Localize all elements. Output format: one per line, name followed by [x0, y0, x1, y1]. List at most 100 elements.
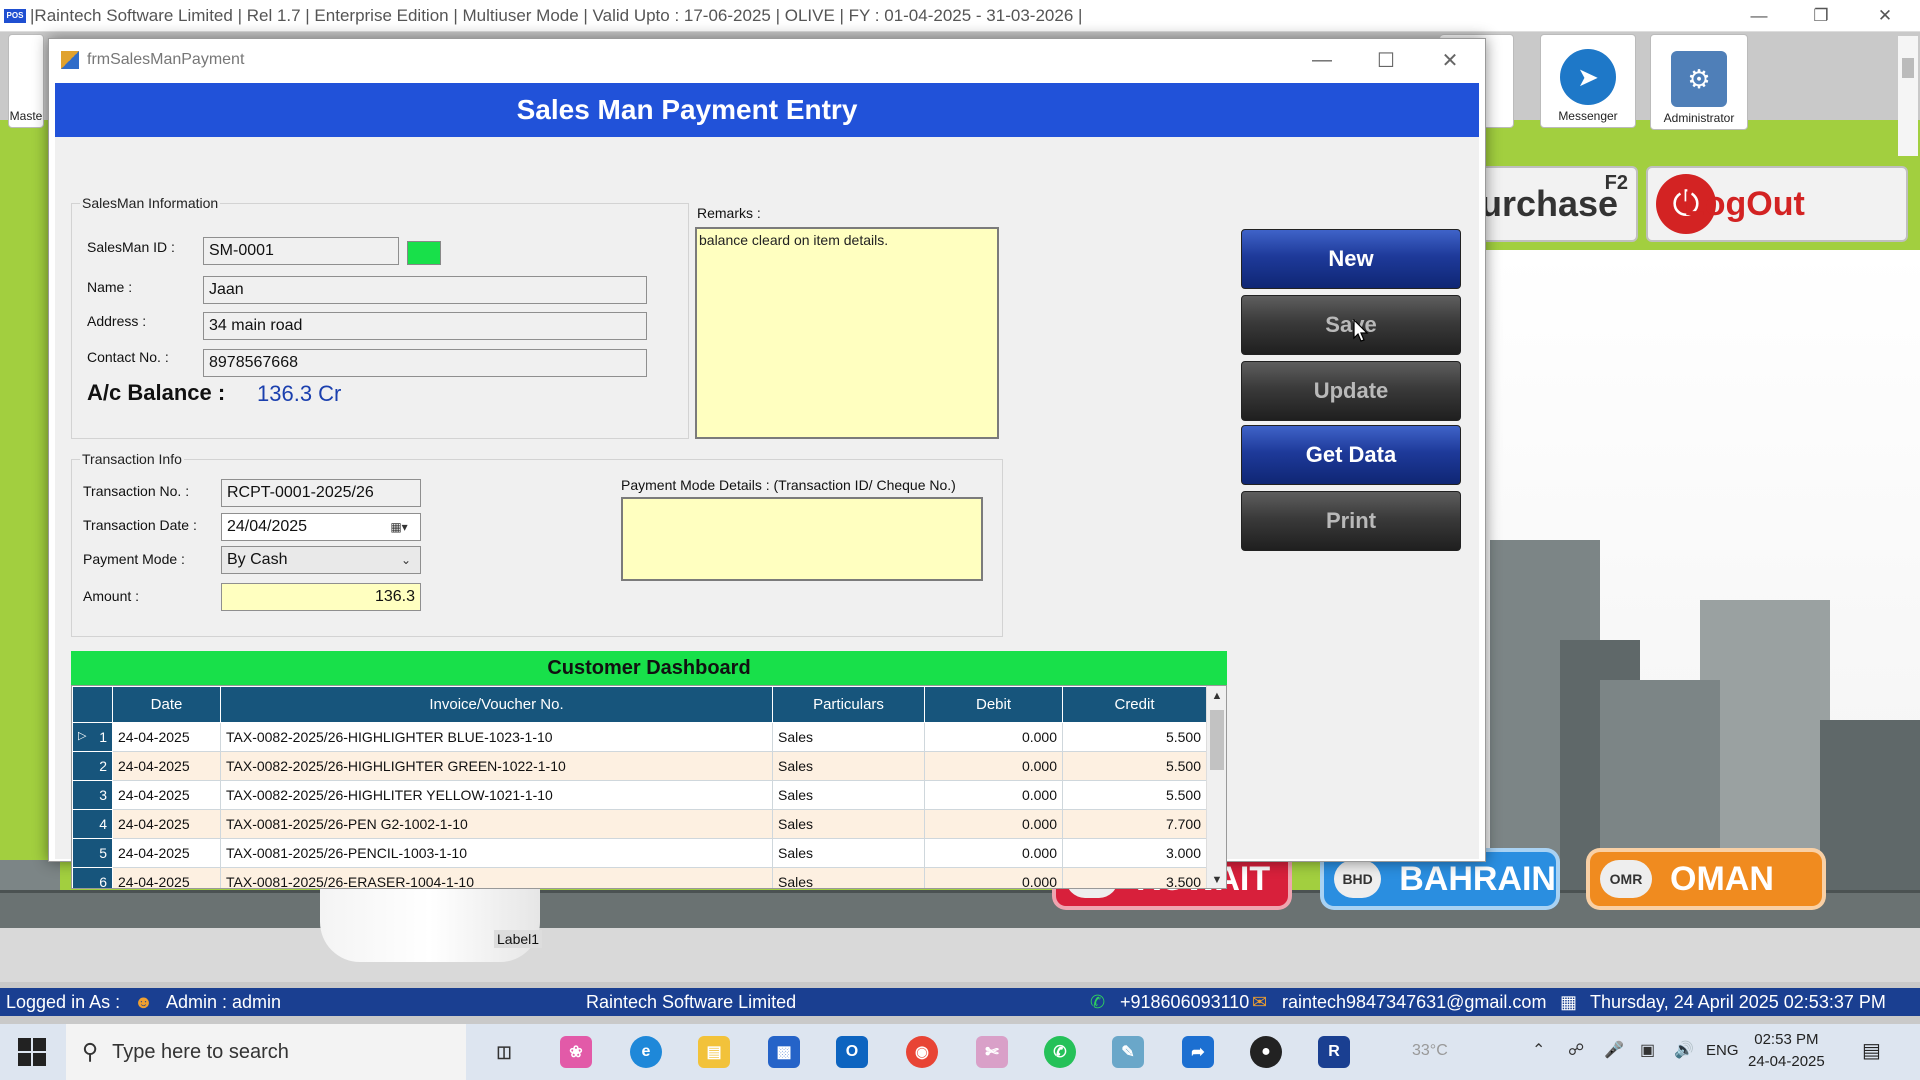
app-scrollbar[interactable]: [1898, 36, 1918, 156]
table-row[interactable]: 4 24-04-2025 TAX-0081-2025/26-PEN G2-100…: [72, 809, 1207, 839]
logout-button[interactable]: ⏻ LogOut: [1646, 166, 1908, 242]
table-row[interactable]: 5 24-04-2025 TAX-0081-2025/26-PENCIL-100…: [72, 838, 1207, 868]
cell-credit[interactable]: 3.000: [1062, 838, 1207, 868]
salesman-id-field[interactable]: SM-0001: [203, 237, 399, 265]
table-row[interactable]: ▷ 1 24-04-2025 TAX-0082-2025/26-HIGHLIGHT…: [72, 722, 1207, 752]
masters-tile[interactable]: Maste: [8, 34, 44, 128]
network-icon[interactable]: ☍: [1568, 1040, 1584, 1060]
new-button[interactable]: New: [1241, 229, 1461, 289]
cell-invoice[interactable]: TAX-0081-2025/26-PEN G2-1002-1-10: [220, 809, 773, 839]
row-header[interactable]: 3: [72, 780, 113, 810]
cell-particulars[interactable]: Sales: [772, 722, 925, 752]
column-header-credit[interactable]: Credit: [1062, 686, 1207, 723]
cell-debit[interactable]: 0.000: [924, 809, 1063, 839]
edge-browser-icon[interactable]: e: [630, 1036, 662, 1068]
remarks-textarea[interactable]: balance cleard on item details.: [695, 227, 999, 439]
remote-app-icon[interactable]: ➦: [1182, 1036, 1214, 1068]
whatsapp-app-icon[interactable]: ✆: [1044, 1036, 1076, 1068]
outlook-icon[interactable]: O: [836, 1036, 868, 1068]
snipping-tool-icon[interactable]: ✄: [976, 1036, 1008, 1068]
cell-credit[interactable]: 5.500: [1062, 780, 1207, 810]
display-icon[interactable]: ▣: [1640, 1040, 1655, 1060]
row-header[interactable]: 4: [72, 809, 113, 839]
dialog-maximize-button[interactable]: ☐: [1363, 39, 1409, 81]
cell-credit[interactable]: 5.500: [1062, 751, 1207, 781]
address-field[interactable]: 34 main road: [203, 312, 647, 340]
save-button[interactable]: Save: [1241, 295, 1461, 355]
cell-credit[interactable]: 7.700: [1062, 809, 1207, 839]
purchase-button[interactable]: urchase F2: [1474, 166, 1638, 242]
column-header-invoice[interactable]: Invoice/Voucher No.: [220, 686, 773, 723]
cell-particulars[interactable]: Sales: [772, 751, 925, 781]
weather-temperature[interactable]: 33°C: [1412, 1042, 1448, 1060]
cell-date[interactable]: 24-04-2025: [112, 867, 221, 888]
payment-mode-details-field[interactable]: [621, 497, 983, 581]
cell-date[interactable]: 24-04-2025: [112, 838, 221, 868]
cell-invoice[interactable]: TAX-0082-2025/26-HIGHLITER YELLOW-1021-1…: [220, 780, 773, 810]
notifications-icon[interactable]: ▤: [1862, 1038, 1881, 1063]
cell-debit[interactable]: 0.000: [924, 751, 1063, 781]
raintech-app-icon[interactable]: R: [1318, 1036, 1350, 1068]
grid-scrollbar-thumb[interactable]: [1210, 710, 1224, 770]
taskbar-search-box[interactable]: ⚲ Type here to search: [66, 1024, 466, 1080]
cell-invoice[interactable]: TAX-0081-2025/26-ERASER-1004-1-10: [220, 867, 773, 888]
row-header[interactable]: ▷ 1: [72, 722, 113, 752]
windows-start-button[interactable]: [18, 1038, 46, 1066]
name-field[interactable]: Jaan: [203, 276, 647, 304]
cell-particulars[interactable]: Sales: [772, 809, 925, 839]
contact-field[interactable]: 8978567668: [203, 349, 647, 377]
task-view-icon[interactable]: ◫: [488, 1036, 520, 1068]
tray-chevron-up-icon[interactable]: ⌃: [1532, 1040, 1545, 1060]
scroll-down-icon[interactable]: ▼: [1207, 870, 1226, 888]
chevron-down-icon[interactable]: ⌄: [395, 547, 417, 573]
cell-date[interactable]: 24-04-2025: [112, 751, 221, 781]
currency-oman-button[interactable]: OMR OMAN: [1586, 848, 1826, 910]
row-header[interactable]: 2: [72, 751, 113, 781]
cell-debit[interactable]: 0.000: [924, 780, 1063, 810]
cell-debit[interactable]: 0.000: [924, 838, 1063, 868]
cell-debit[interactable]: 0.000: [924, 867, 1063, 888]
cell-credit[interactable]: 3.500: [1062, 867, 1207, 888]
column-header-debit[interactable]: Debit: [924, 686, 1063, 723]
update-button[interactable]: Update: [1241, 361, 1461, 421]
dialog-close-button[interactable]: ✕: [1427, 39, 1473, 81]
cell-invoice[interactable]: TAX-0082-2025/26-HIGHLIGHTER GREEN-1022-…: [220, 751, 773, 781]
cell-particulars[interactable]: Sales: [772, 838, 925, 868]
cell-date[interactable]: 24-04-2025: [112, 780, 221, 810]
column-header-date[interactable]: Date: [112, 686, 221, 723]
row-header[interactable]: 6: [72, 867, 113, 888]
notepad-icon[interactable]: ✎: [1112, 1036, 1144, 1068]
scroll-up-icon[interactable]: ▲: [1207, 686, 1226, 706]
cell-debit[interactable]: 0.000: [924, 722, 1063, 752]
app-close-button[interactable]: ✕: [1862, 0, 1908, 32]
app-scrollbar-thumb[interactable]: [1902, 58, 1914, 78]
microphone-icon[interactable]: 🎤: [1604, 1040, 1624, 1060]
cell-particulars[interactable]: Sales: [772, 867, 925, 888]
print-button[interactable]: Print: [1241, 491, 1461, 551]
calendar-dropdown-icon[interactable]: ▦▾: [381, 514, 417, 540]
administrator-tile[interactable]: ⚙ Administrator: [1650, 34, 1748, 130]
dialog-minimize-button[interactable]: —: [1299, 39, 1345, 81]
amount-field[interactable]: 136.3: [221, 583, 421, 611]
cell-date[interactable]: 24-04-2025: [112, 722, 221, 752]
store-icon[interactable]: ▩: [768, 1036, 800, 1068]
cell-invoice[interactable]: TAX-0082-2025/26-HIGHLIGHTER BLUE-1023-1…: [220, 722, 773, 752]
record-app-icon[interactable]: ●: [1250, 1036, 1282, 1068]
transaction-no-field[interactable]: RCPT-0001-2025/26: [221, 479, 421, 507]
taskbar-clock[interactable]: 02:53 PM 24-04-2025: [1748, 1029, 1825, 1073]
get-data-button[interactable]: Get Data: [1241, 425, 1461, 485]
chrome-browser-icon[interactable]: ◉: [906, 1036, 938, 1068]
cell-particulars[interactable]: Sales: [772, 780, 925, 810]
payment-mode-select[interactable]: By Cash: [221, 546, 421, 574]
app-restore-button[interactable]: ❐: [1798, 0, 1844, 32]
copilot-icon[interactable]: ❀: [560, 1036, 592, 1068]
table-row[interactable]: 2 24-04-2025 TAX-0082-2025/26-HIGHLIGHTE…: [72, 751, 1207, 781]
messenger-tile[interactable]: ➤ Messenger: [1540, 34, 1636, 128]
grid-vertical-scrollbar[interactable]: ▲ ▼: [1206, 686, 1226, 888]
cell-date[interactable]: 24-04-2025: [112, 809, 221, 839]
row-header[interactable]: 5: [72, 838, 113, 868]
language-indicator[interactable]: ENG: [1706, 1042, 1739, 1059]
app-minimize-button[interactable]: —: [1736, 0, 1782, 32]
volume-icon[interactable]: 🔊: [1674, 1040, 1694, 1060]
table-row[interactable]: 6 24-04-2025 TAX-0081-2025/26-ERASER-100…: [72, 867, 1207, 888]
